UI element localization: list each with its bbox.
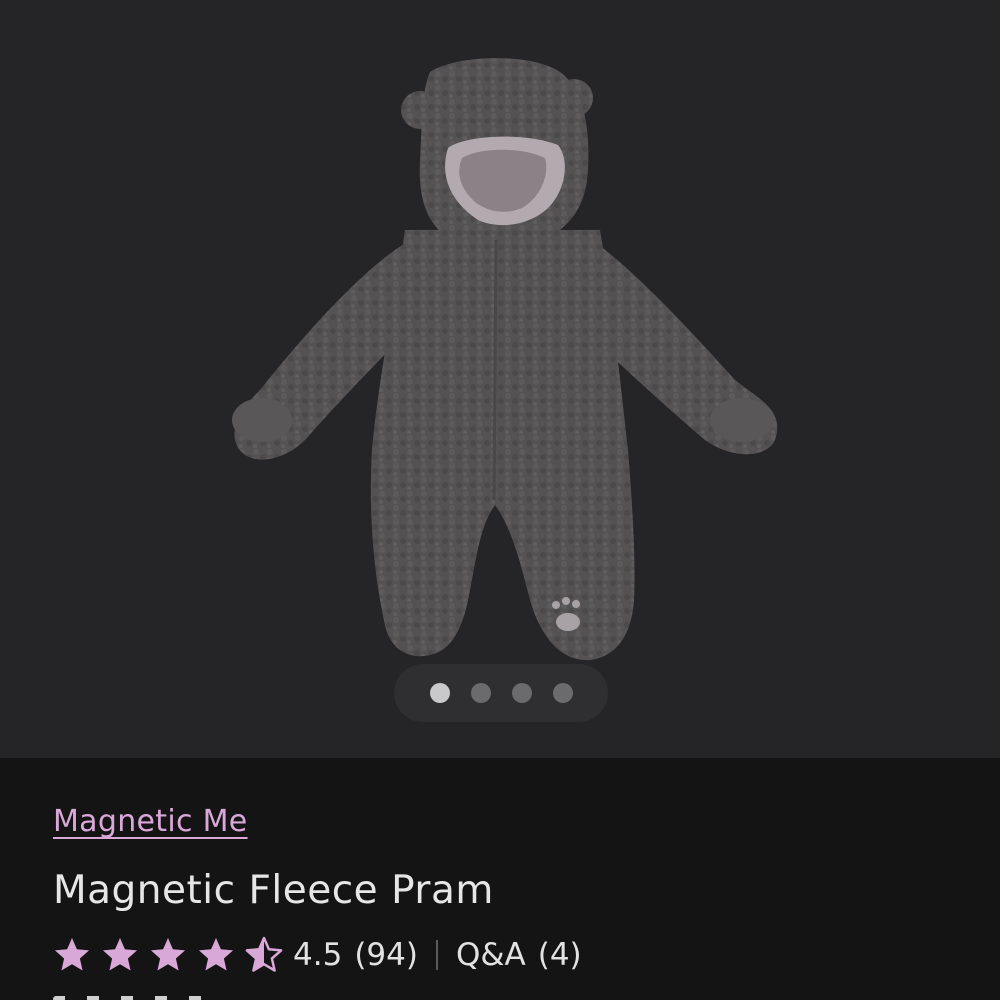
product-info: Magnetic Me Magnetic Fleece Pram 4.5 (94… — [0, 758, 1000, 1000]
star-icon — [53, 936, 91, 974]
review-count-link[interactable]: (94) — [354, 935, 418, 975]
half-star-icon — [245, 936, 283, 974]
rating-value: 4.5 — [293, 937, 343, 973]
qa-label: Q&A — [455, 937, 526, 973]
product-image[interactable] — [0, 0, 1000, 758]
rating-row: 4.5 (94) Q&A (4) — [53, 933, 582, 977]
star-icon — [197, 936, 235, 974]
brand-link[interactable]: Magnetic Me — [53, 802, 248, 842]
price-partial — [53, 990, 213, 1000]
pager-dot[interactable] — [470, 683, 491, 703]
qa-link[interactable]: Q&A (4) — [456, 935, 582, 975]
star-icon — [149, 936, 187, 974]
qa-count: (4) — [537, 937, 582, 973]
pager-dot[interactable] — [511, 683, 532, 703]
product-page: Magnetic Me Magnetic Fleece Pram 4.5 (94… — [0, 0, 1000, 1000]
product-image-gallery[interactable] — [0, 0, 1000, 758]
star-icon — [101, 936, 139, 974]
image-pager — [394, 664, 608, 722]
rating-divider — [435, 940, 438, 970]
rating-stars[interactable] — [53, 936, 283, 974]
product-title: Magnetic Fleece Pram — [53, 868, 494, 913]
pager-dot[interactable] — [552, 683, 573, 703]
pager-dot[interactable] — [429, 683, 450, 703]
